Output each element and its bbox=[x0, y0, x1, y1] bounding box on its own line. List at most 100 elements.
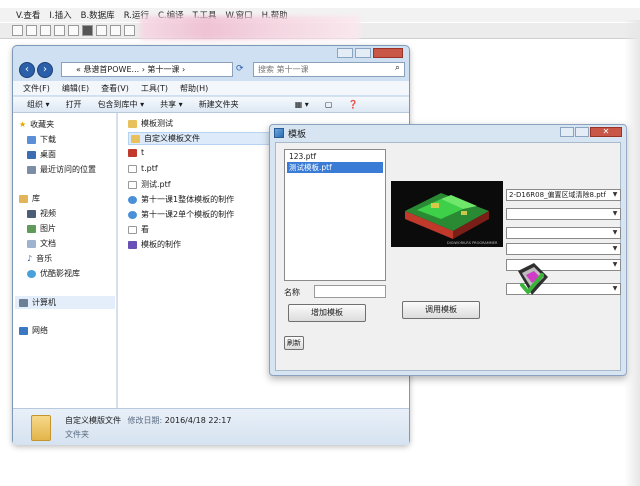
organize-button[interactable]: 组织 ▾ bbox=[27, 99, 50, 110]
copy-icon[interactable] bbox=[12, 25, 23, 36]
preview-pane-icon[interactable]: ▢ bbox=[325, 100, 333, 109]
list-item[interactable]: 模板的制作 bbox=[128, 239, 181, 250]
explorer-menubar: 文件(F) 编辑(E) 查看(V) 工具(T) 帮助(H) bbox=[13, 81, 409, 95]
chevron-down-icon: ▼ bbox=[612, 229, 618, 236]
menu-edit[interactable]: 编辑(E) bbox=[62, 83, 89, 94]
explorer-titlebar[interactable] bbox=[13, 46, 409, 60]
nav-favorites[interactable]: ★ 收藏夹 bbox=[19, 119, 54, 130]
forward-icon[interactable]: › bbox=[37, 62, 53, 78]
find-icon[interactable] bbox=[82, 25, 93, 36]
address-bar[interactable]: « 悬谱首POWE... › 第十一课 › bbox=[61, 62, 233, 77]
picture-icon bbox=[27, 224, 36, 233]
list-item-selected[interactable]: 测试模板.ptf bbox=[287, 162, 383, 173]
paste-icon[interactable] bbox=[26, 25, 37, 36]
minimize-icon[interactable] bbox=[560, 127, 574, 137]
ptf-file-icon bbox=[128, 180, 137, 189]
menu-help[interactable]: 帮助(H) bbox=[180, 83, 208, 94]
template-preview: DIGIWORK-RS PROGRAMMER bbox=[391, 181, 503, 247]
view-options-icon[interactable]: ▦ ▾ bbox=[295, 100, 309, 109]
nav-videos[interactable]: 视频 bbox=[27, 208, 56, 219]
folder-icon bbox=[31, 415, 51, 441]
template-list[interactable]: 123.ptf 测试模板.ptf bbox=[284, 149, 386, 281]
refresh-button[interactable]: 刷新 bbox=[284, 336, 304, 350]
help-icon[interactable]: ❓ bbox=[348, 100, 358, 109]
download-icon bbox=[27, 135, 36, 144]
apply-template-button[interactable]: 调用模板 bbox=[402, 301, 480, 319]
list-item[interactable]: t.ptf bbox=[128, 164, 158, 173]
layout-icon[interactable] bbox=[96, 25, 107, 36]
nav-documents[interactable]: 文档 bbox=[27, 238, 56, 249]
undo-icon[interactable] bbox=[40, 25, 51, 36]
menu-tools[interactable]: 工具(T) bbox=[141, 83, 168, 94]
template-select-3[interactable]: ▼ bbox=[506, 227, 621, 239]
menu-file[interactable]: 文件(F) bbox=[23, 83, 50, 94]
layout-split-icon[interactable] bbox=[110, 25, 121, 36]
folder-icon bbox=[131, 134, 140, 143]
network-icon bbox=[19, 326, 28, 335]
recent-icon bbox=[27, 165, 36, 174]
maximize-icon[interactable] bbox=[575, 127, 589, 137]
list-item[interactable]: 看 bbox=[128, 224, 149, 235]
nav-libraries[interactable]: 库 bbox=[19, 193, 40, 204]
search-input[interactable]: 搜索 第十一课 bbox=[253, 62, 405, 77]
dialog-title: 模板 bbox=[288, 130, 307, 140]
list-item[interactable]: 模板测试 bbox=[128, 118, 173, 129]
video-file-icon bbox=[128, 210, 137, 219]
template-select-2[interactable]: ▼ bbox=[506, 208, 621, 220]
star-icon: ★ bbox=[19, 120, 27, 129]
menu-view[interactable]: V.查看 bbox=[16, 9, 40, 21]
print-icon[interactable] bbox=[68, 25, 79, 36]
model-preview-image: DIGIWORK-RS PROGRAMMER bbox=[391, 181, 503, 247]
back-icon[interactable]: ‹ bbox=[19, 62, 35, 78]
computer-icon bbox=[19, 298, 28, 307]
menu-insert[interactable]: I.插入 bbox=[49, 9, 71, 21]
list-item[interactable]: 123.ptf bbox=[287, 152, 318, 161]
redo-icon[interactable] bbox=[54, 25, 65, 36]
name-input[interactable] bbox=[314, 285, 386, 298]
menu-database[interactable]: B.数据库 bbox=[81, 9, 115, 21]
close-icon[interactable]: ✕ bbox=[590, 127, 622, 137]
window-icon[interactable] bbox=[124, 25, 135, 36]
nav-desktop[interactable]: 桌面 bbox=[27, 149, 56, 160]
refresh-icon[interactable]: ⟳ bbox=[236, 64, 244, 74]
template-select-4[interactable]: ▼ bbox=[506, 243, 621, 255]
video-icon bbox=[27, 209, 36, 218]
music-icon: ♪ bbox=[27, 254, 33, 263]
nav-youku[interactable]: 优酷影视库 bbox=[27, 268, 80, 279]
maximize-icon[interactable] bbox=[355, 48, 371, 58]
template-select-1[interactable]: 2-D16R08_偏置区域清除8.ptf ▼ bbox=[506, 189, 621, 201]
nav-network[interactable]: 网络 bbox=[19, 325, 48, 336]
list-item[interactable]: t bbox=[128, 148, 144, 157]
file-icon bbox=[128, 148, 137, 157]
nav-computer[interactable]: 计算机 bbox=[15, 296, 115, 309]
menu-view[interactable]: 查看(V) bbox=[101, 83, 129, 94]
close-icon[interactable] bbox=[373, 48, 403, 58]
search-icon[interactable]: ⌕ bbox=[395, 63, 400, 73]
file-icon bbox=[128, 225, 137, 234]
new-folder-button[interactable]: 新建文件夹 bbox=[199, 99, 239, 110]
nav-recent[interactable]: 最近访问的位置 bbox=[27, 164, 96, 175]
name-label: 名称 bbox=[284, 288, 300, 297]
add-template-button[interactable]: 增加模板 bbox=[288, 304, 366, 322]
library-icon bbox=[19, 194, 28, 203]
list-item[interactable]: 第十一课1整体模板的制作 bbox=[128, 194, 234, 205]
redacted-area bbox=[140, 16, 360, 40]
youku-icon bbox=[27, 269, 36, 278]
item-type: 文件夹 bbox=[65, 430, 89, 439]
share-button[interactable]: 共享 ▾ bbox=[160, 99, 183, 110]
nav-pictures[interactable]: 图片 bbox=[27, 223, 56, 234]
nav-music[interactable]: ♪ 音乐 bbox=[27, 253, 52, 264]
open-button[interactable]: 打开 bbox=[66, 99, 82, 110]
list-item[interactable]: 自定义模板文件 bbox=[128, 132, 278, 145]
include-library-button[interactable]: 包含到库中 ▾ bbox=[98, 99, 145, 110]
minimize-icon[interactable] bbox=[337, 48, 353, 58]
app-file-icon bbox=[128, 240, 137, 249]
navigation-pane: ★ 收藏夹 下载 桌面 最近访问的位置 库 视频 图片 文档 ♪ 音乐 优酷影视库 … bbox=[13, 113, 117, 408]
list-item[interactable]: 测试.ptf bbox=[128, 179, 171, 190]
dialog-titlebar[interactable]: 模板 ✕ bbox=[270, 125, 626, 141]
folder-icon bbox=[128, 119, 137, 128]
list-item[interactable]: 第十一课2单个模板的制作 bbox=[128, 209, 234, 220]
nav-downloads[interactable]: 下载 bbox=[27, 134, 56, 145]
chevron-down-icon: ▼ bbox=[612, 210, 618, 217]
desktop-icon bbox=[27, 150, 36, 159]
